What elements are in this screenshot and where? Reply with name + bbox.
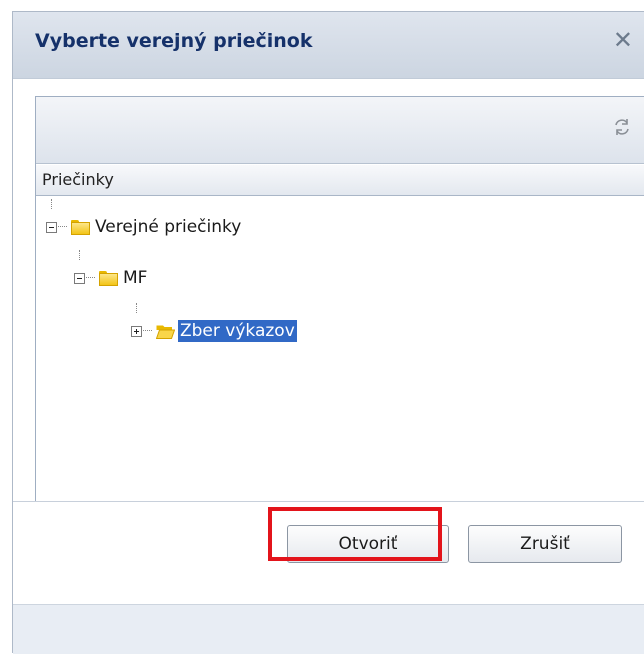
- folder-toolbar: [36, 97, 644, 164]
- tree-connector: [136, 303, 138, 313]
- tree-connector: [79, 250, 81, 260]
- tree-connector: [58, 226, 67, 228]
- folder-icon: [71, 219, 90, 235]
- column-header-label: Priečinky: [42, 170, 114, 189]
- dialog-bottom-bar: [13, 604, 644, 654]
- tree-node-public-folders[interactable]: Verejné priečinky: [46, 214, 243, 240]
- close-icon[interactable]: ✕: [613, 26, 633, 54]
- collapse-icon[interactable]: [46, 221, 57, 233]
- tree-node-label: Verejné priečinky: [95, 217, 242, 237]
- dialog-titlebar: Vyberte verejný priečinok ✕: [13, 12, 644, 79]
- tree-connector: [143, 330, 152, 332]
- tree-connector: [51, 199, 53, 209]
- tree-node-label: MF: [123, 268, 148, 288]
- refresh-icon[interactable]: [612, 117, 632, 137]
- dialog-body: Priečinky Verejné priečinky MF Zber výka…: [13, 79, 644, 502]
- tree-connector: [86, 277, 95, 279]
- collapse-icon[interactable]: [74, 272, 85, 284]
- tree-node-zber-vykazov[interactable]: Zber výkazov: [131, 318, 297, 344]
- open-folder-icon: [156, 325, 175, 339]
- tree-node-label-selected: Zber výkazov: [178, 320, 297, 342]
- column-header-folders[interactable]: Priečinky: [36, 164, 644, 196]
- open-button-highlight: [268, 507, 442, 561]
- expand-icon[interactable]: [131, 325, 142, 337]
- cancel-button[interactable]: Zrušiť: [468, 525, 622, 563]
- tree-node-mf[interactable]: MF: [74, 265, 149, 291]
- dialog-title: Vyberte verejný priečinok: [35, 30, 313, 52]
- folder-icon: [99, 270, 118, 286]
- folder-panel: Priečinky Verejné priečinky MF Zber výka…: [35, 96, 644, 502]
